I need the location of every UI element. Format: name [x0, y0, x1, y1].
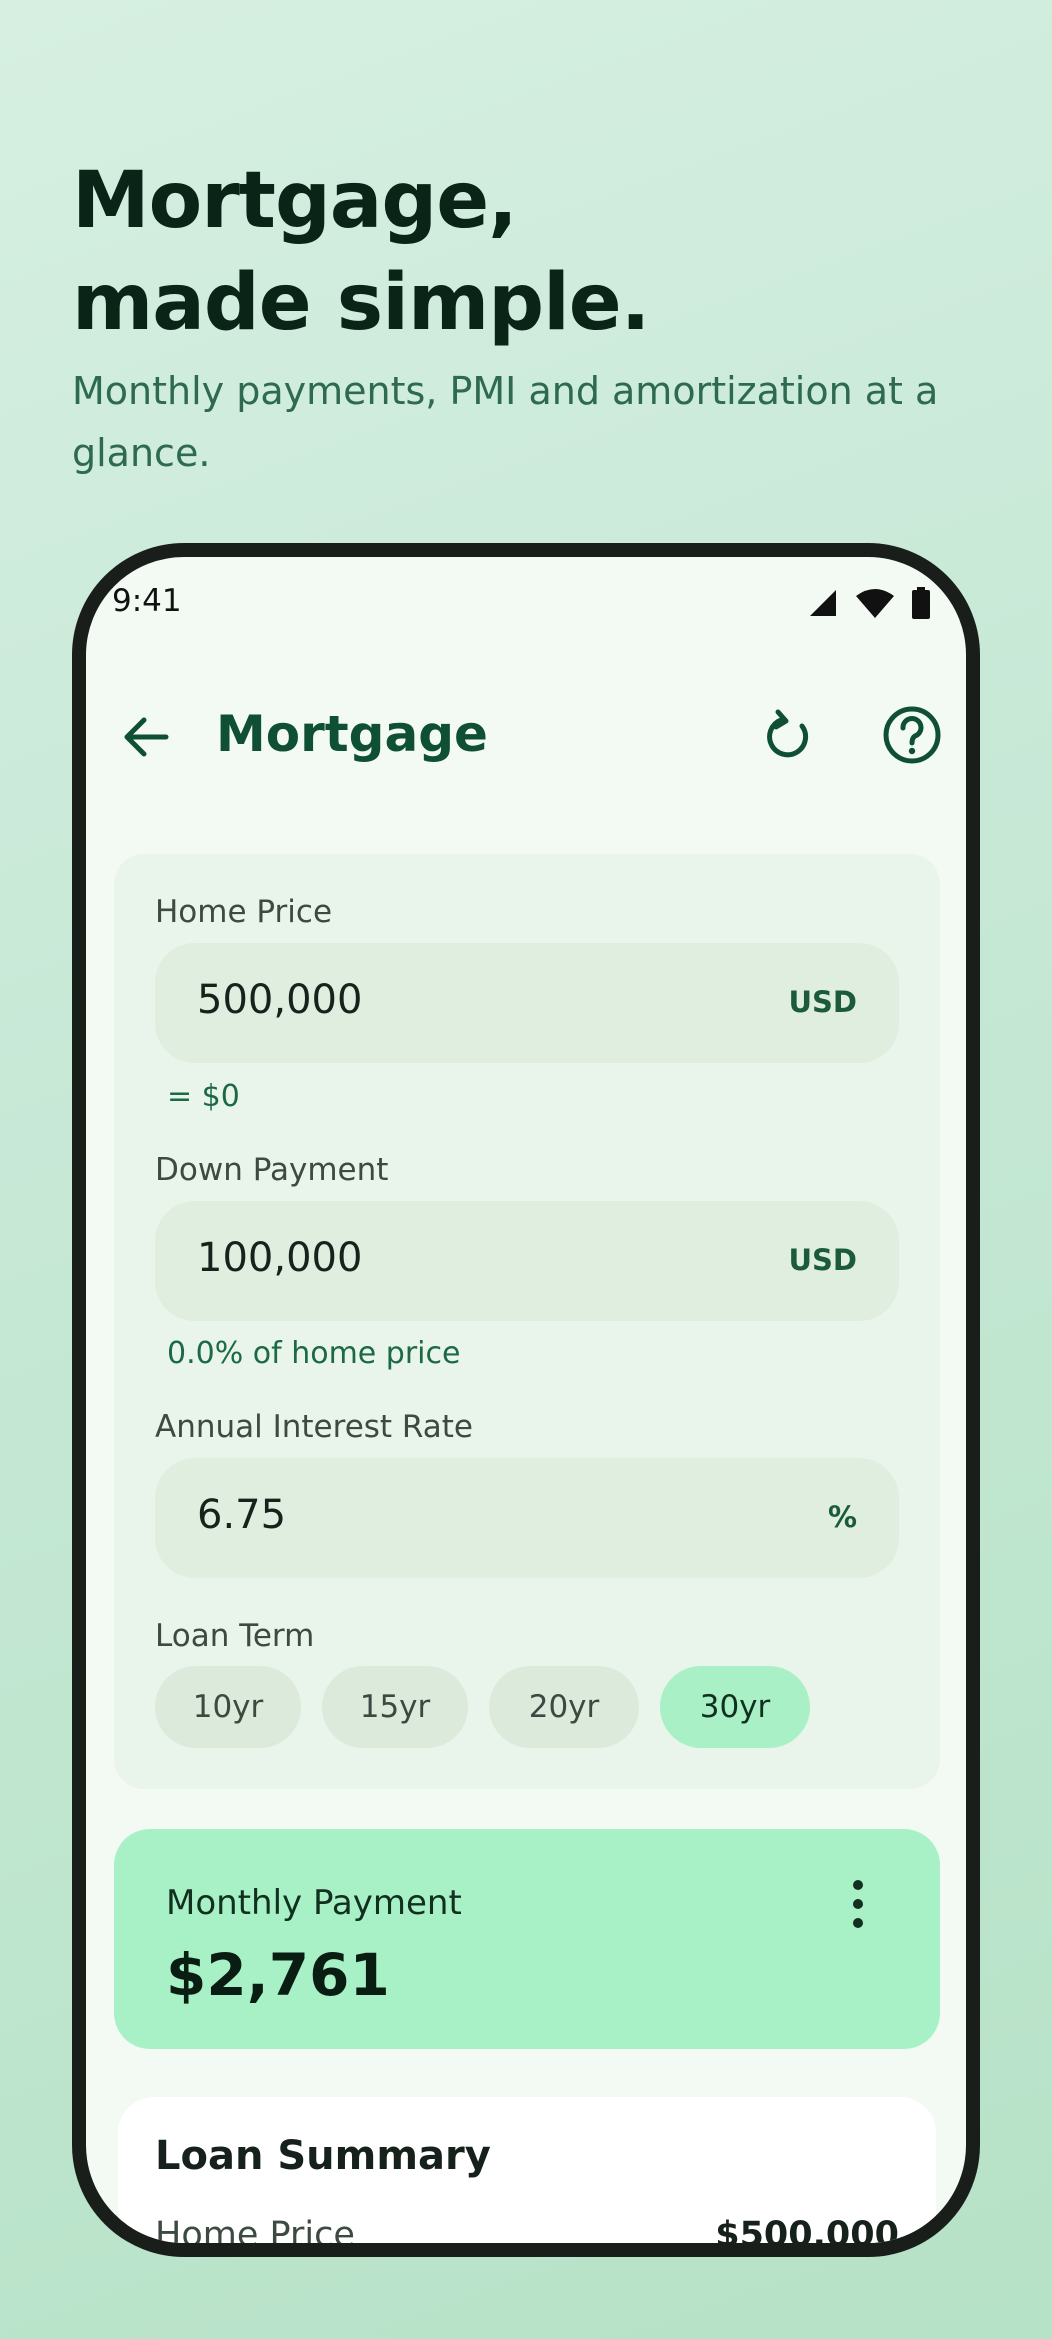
- down-payment-value[interactable]: 100,000: [197, 1235, 362, 1281]
- chip-30yr[interactable]: 30yr: [660, 1666, 810, 1748]
- status-icons: [808, 587, 930, 619]
- interest-rate-field[interactable]: 6.75 %: [155, 1458, 899, 1578]
- down-payment-field[interactable]: 100,000 USD: [155, 1201, 899, 1321]
- app-title: Mortgage: [216, 705, 488, 763]
- monthly-payment-value: $2,761: [166, 1941, 390, 2009]
- loan-summary-card: Loan Summary Home Price $500,000: [118, 2097, 936, 2255]
- loan-form-card: Home Price 500,000 USD = $0 Down Payment…: [114, 854, 940, 1789]
- help-icon[interactable]: [880, 703, 944, 767]
- down-payment-label: Down Payment: [155, 1152, 389, 1188]
- battery-icon: [912, 587, 930, 619]
- wifi-icon: [856, 589, 894, 618]
- hero-subtitle: Monthly payments, PMI and amortization a…: [72, 369, 939, 475]
- chip-15yr[interactable]: 15yr: [322, 1666, 468, 1748]
- home-price-value[interactable]: 500,000: [197, 977, 362, 1023]
- home-price-field[interactable]: 500,000 USD: [155, 943, 899, 1063]
- interest-rate-label: Annual Interest Rate: [155, 1409, 474, 1445]
- signal-icon: [810, 590, 836, 616]
- hero-title: Mortgage, made simple.: [72, 150, 650, 354]
- down-payment-unit: USD: [788, 1243, 857, 1277]
- back-arrow-icon[interactable]: [116, 707, 176, 767]
- refresh-icon[interactable]: [758, 707, 818, 767]
- summary-home-price-label: Home Price: [155, 2215, 355, 2255]
- status-bar: 9:41: [86, 557, 966, 647]
- more-vert-icon[interactable]: [846, 1879, 870, 1929]
- home-price-label: Home Price: [155, 894, 333, 930]
- monthly-payment-card: Monthly Payment $2,761: [114, 1829, 940, 2049]
- home-price-helper: = $0: [167, 1079, 240, 1114]
- home-price-unit: USD: [788, 985, 857, 1019]
- hero-title-line1: Mortgage,: [72, 156, 518, 246]
- interest-rate-value[interactable]: 6.75: [197, 1492, 286, 1538]
- phone-frame: 9:41 Mortgage Home Price 500,000 USD = $…: [72, 543, 980, 2257]
- down-payment-helper: 0.0% of home price: [167, 1336, 461, 1371]
- loan-term-chips: 10yr 15yr 20yr 30yr: [155, 1666, 810, 1748]
- chip-10yr[interactable]: 10yr: [155, 1666, 301, 1748]
- status-time: 9:41: [112, 583, 182, 619]
- app-bar: Mortgage: [86, 677, 966, 797]
- chip-20yr[interactable]: 20yr: [489, 1666, 639, 1748]
- loan-summary-title: Loan Summary: [155, 2133, 491, 2179]
- summary-home-price-value: $500,000: [715, 2215, 899, 2255]
- loan-term-label: Loan Term: [155, 1618, 315, 1654]
- interest-rate-unit: %: [827, 1500, 857, 1534]
- hero-title-line2: made simple.: [72, 258, 650, 348]
- monthly-payment-label: Monthly Payment: [166, 1883, 462, 1923]
